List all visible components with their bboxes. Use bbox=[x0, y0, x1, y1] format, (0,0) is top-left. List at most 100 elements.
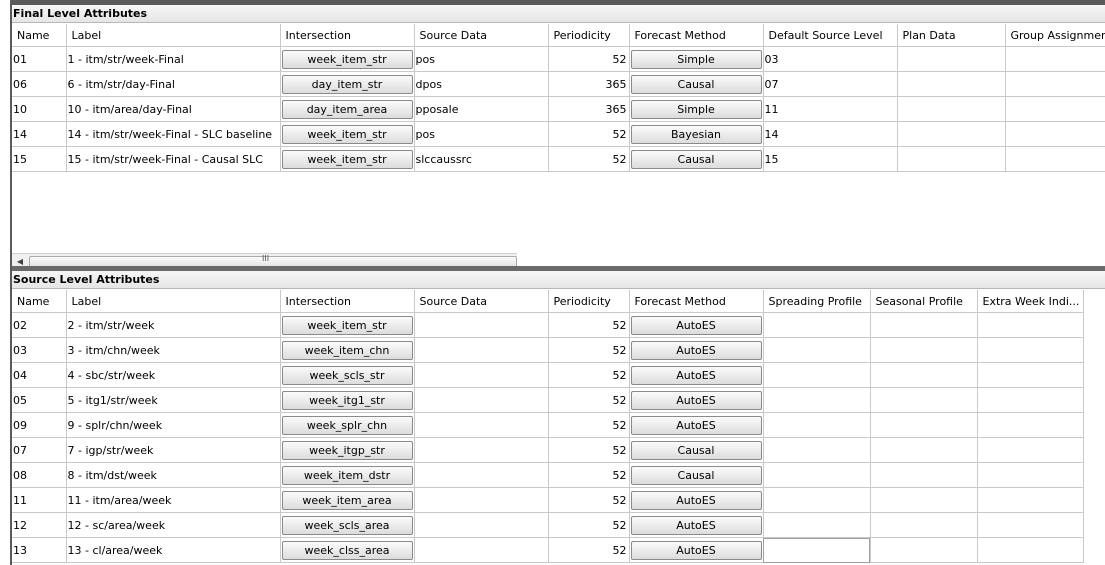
cell-seasonal-profile[interactable] bbox=[870, 362, 978, 388]
cell-periodicity[interactable]: 52 bbox=[548, 487, 630, 513]
table-row[interactable]: 15 15 - itm/str/week-Final - Causal SLC we… bbox=[12, 146, 1105, 172]
cell-name[interactable]: 02 bbox=[12, 312, 67, 338]
cell-name[interactable]: 03 bbox=[12, 337, 67, 363]
col-header-name[interactable]: Name bbox=[12, 290, 67, 313]
cell-source-data[interactable] bbox=[414, 537, 549, 563]
table-row[interactable]: 02 2 - itm/str/week week_item_str 52 AutoES bbox=[12, 312, 1084, 338]
cell-source-data[interactable] bbox=[414, 312, 549, 338]
forecast-method-button[interactable]: Causal bbox=[630, 465, 762, 485]
forecast-method-button[interactable]: AutoES bbox=[630, 540, 762, 560]
cell-seasonal-profile[interactable] bbox=[870, 437, 978, 463]
forecast-method-button[interactable]: AutoES bbox=[630, 415, 762, 435]
forecast-method-button[interactable]: Causal bbox=[630, 149, 762, 169]
scroll-left-icon[interactable]: ◀ bbox=[12, 254, 28, 266]
cell-seasonal-profile[interactable] bbox=[870, 537, 978, 563]
col-header-source-data[interactable]: Source Data bbox=[414, 290, 549, 313]
col-header-intersection[interactable]: Intersection bbox=[280, 290, 415, 313]
cell-label[interactable]: 14 - itm/str/week-Final - SLC baseline bbox=[66, 121, 281, 147]
table-row[interactable]: 06 6 - itm/str/day-Final day_item_str dpos 3… bbox=[12, 71, 1105, 97]
cell-periodicity[interactable]: 52 bbox=[548, 462, 630, 488]
cell-label[interactable]: 12 - sc/area/week bbox=[66, 512, 281, 538]
intersection-button[interactable]: day_item_str bbox=[281, 74, 413, 94]
cell-periodicity[interactable]: 52 bbox=[548, 512, 630, 538]
cell-group-assignment[interactable] bbox=[1005, 46, 1105, 72]
cell-extra-week-indicator[interactable] bbox=[977, 312, 1084, 338]
cell-source-data[interactable] bbox=[414, 462, 549, 488]
col-header-periodicity[interactable]: Periodicity bbox=[548, 290, 630, 313]
cell-periodicity[interactable]: 52 bbox=[548, 337, 630, 363]
cell-spreading-profile[interactable] bbox=[763, 537, 871, 563]
cell-name[interactable]: 06 bbox=[12, 71, 67, 97]
cell-extra-week-indicator[interactable] bbox=[977, 337, 1084, 363]
cell-source-data[interactable]: pposale bbox=[414, 96, 549, 122]
forecast-method-button[interactable]: AutoES bbox=[630, 515, 762, 535]
table-row[interactable]: 01 1 - itm/str/week-Final week_item_str pos… bbox=[12, 46, 1105, 72]
cell-seasonal-profile[interactable] bbox=[870, 487, 978, 513]
cell-label[interactable]: 10 - itm/area/day-Final bbox=[66, 96, 281, 122]
intersection-button[interactable]: week_item_str bbox=[281, 49, 413, 69]
cell-source-data[interactable]: dpos bbox=[414, 71, 549, 97]
forecast-method-button[interactable]: AutoES bbox=[630, 340, 762, 360]
forecast-method-button[interactable]: AutoES bbox=[630, 365, 762, 385]
cell-label[interactable]: 2 - itm/str/week bbox=[66, 312, 281, 338]
cell-name[interactable]: 08 bbox=[12, 462, 67, 488]
cell-source-data[interactable] bbox=[414, 337, 549, 363]
cell-spreading-profile[interactable] bbox=[763, 462, 871, 488]
cell-label[interactable]: 9 - splr/chn/week bbox=[66, 412, 281, 438]
table-row[interactable]: 11 11 - itm/area/week week_item_area 52 Auto… bbox=[12, 487, 1084, 513]
cell-spreading-profile[interactable] bbox=[763, 312, 871, 338]
forecast-method-button[interactable]: Bayesian bbox=[630, 124, 762, 144]
col-header-name[interactable]: Name bbox=[12, 24, 67, 47]
cell-name[interactable]: 11 bbox=[12, 487, 67, 513]
forecast-method-button[interactable]: Causal bbox=[630, 440, 762, 460]
cell-default-source-level[interactable]: 07 bbox=[763, 71, 898, 97]
intersection-button[interactable]: week_itgp_str bbox=[281, 440, 413, 460]
cell-extra-week-indicator[interactable] bbox=[977, 462, 1084, 488]
cell-source-data[interactable] bbox=[414, 487, 549, 513]
cell-name[interactable]: 15 bbox=[12, 146, 67, 172]
table-row[interactable]: 08 8 - itm/dst/week week_item_dstr 52 Causal bbox=[12, 462, 1084, 488]
table-row[interactable]: 04 4 - sbc/str/week week_scls_str 52 AutoES bbox=[12, 362, 1084, 388]
cell-spreading-profile[interactable] bbox=[763, 412, 871, 438]
cell-spreading-profile[interactable] bbox=[763, 512, 871, 538]
cell-seasonal-profile[interactable] bbox=[870, 312, 978, 338]
intersection-button[interactable]: week_item_dstr bbox=[281, 465, 413, 485]
cell-seasonal-profile[interactable] bbox=[870, 512, 978, 538]
cell-extra-week-indicator[interactable] bbox=[977, 537, 1084, 563]
intersection-button[interactable]: week_item_str bbox=[281, 315, 413, 335]
intersection-button[interactable]: week_itg1_str bbox=[281, 390, 413, 410]
intersection-button[interactable]: week_item_str bbox=[281, 149, 413, 169]
forecast-method-button[interactable]: AutoES bbox=[630, 315, 762, 335]
cell-source-data[interactable] bbox=[414, 387, 549, 413]
intersection-button[interactable]: week_scls_area bbox=[281, 515, 413, 535]
cell-name[interactable]: 12 bbox=[12, 512, 67, 538]
cell-group-assignment[interactable] bbox=[1005, 121, 1105, 147]
table-row[interactable]: 07 7 - igp/str/week week_itgp_str 52 Causal bbox=[12, 437, 1084, 463]
table-row[interactable]: 05 5 - itg1/str/week week_itg1_str 52 AutoES bbox=[12, 387, 1084, 413]
intersection-button[interactable]: week_clss_area bbox=[281, 540, 413, 560]
cell-spreading-profile[interactable] bbox=[763, 362, 871, 388]
cell-group-assignment[interactable] bbox=[1005, 146, 1105, 172]
cell-default-source-level[interactable]: 15 bbox=[763, 146, 898, 172]
intersection-button[interactable]: week_item_area bbox=[281, 490, 413, 510]
col-header-forecast-method[interactable]: Forecast Method bbox=[629, 290, 764, 313]
table-row[interactable]: 12 12 - sc/area/week week_scls_area 52 AutoE… bbox=[12, 512, 1084, 538]
cell-name[interactable]: 01 bbox=[12, 46, 67, 72]
col-header-periodicity[interactable]: Periodicity bbox=[548, 24, 630, 47]
cell-source-data[interactable] bbox=[414, 512, 549, 538]
cell-spreading-profile[interactable] bbox=[763, 437, 871, 463]
cell-name[interactable]: 07 bbox=[12, 437, 67, 463]
cell-source-data[interactable] bbox=[414, 437, 549, 463]
col-header-label[interactable]: Label bbox=[66, 24, 281, 47]
cell-source-data[interactable] bbox=[414, 362, 549, 388]
intersection-button[interactable]: week_splr_chn bbox=[281, 415, 413, 435]
cell-periodicity[interactable]: 52 bbox=[548, 121, 630, 147]
cell-seasonal-profile[interactable] bbox=[870, 387, 978, 413]
cell-name[interactable]: 14 bbox=[12, 121, 67, 147]
col-header-intersection[interactable]: Intersection bbox=[280, 24, 415, 47]
cell-extra-week-indicator[interactable] bbox=[977, 512, 1084, 538]
cell-spreading-profile[interactable] bbox=[763, 387, 871, 413]
cell-periodicity[interactable]: 365 bbox=[548, 71, 630, 97]
cell-group-assignment[interactable] bbox=[1005, 96, 1105, 122]
col-header-extra-week[interactable]: Extra Week Indi... bbox=[977, 290, 1084, 313]
